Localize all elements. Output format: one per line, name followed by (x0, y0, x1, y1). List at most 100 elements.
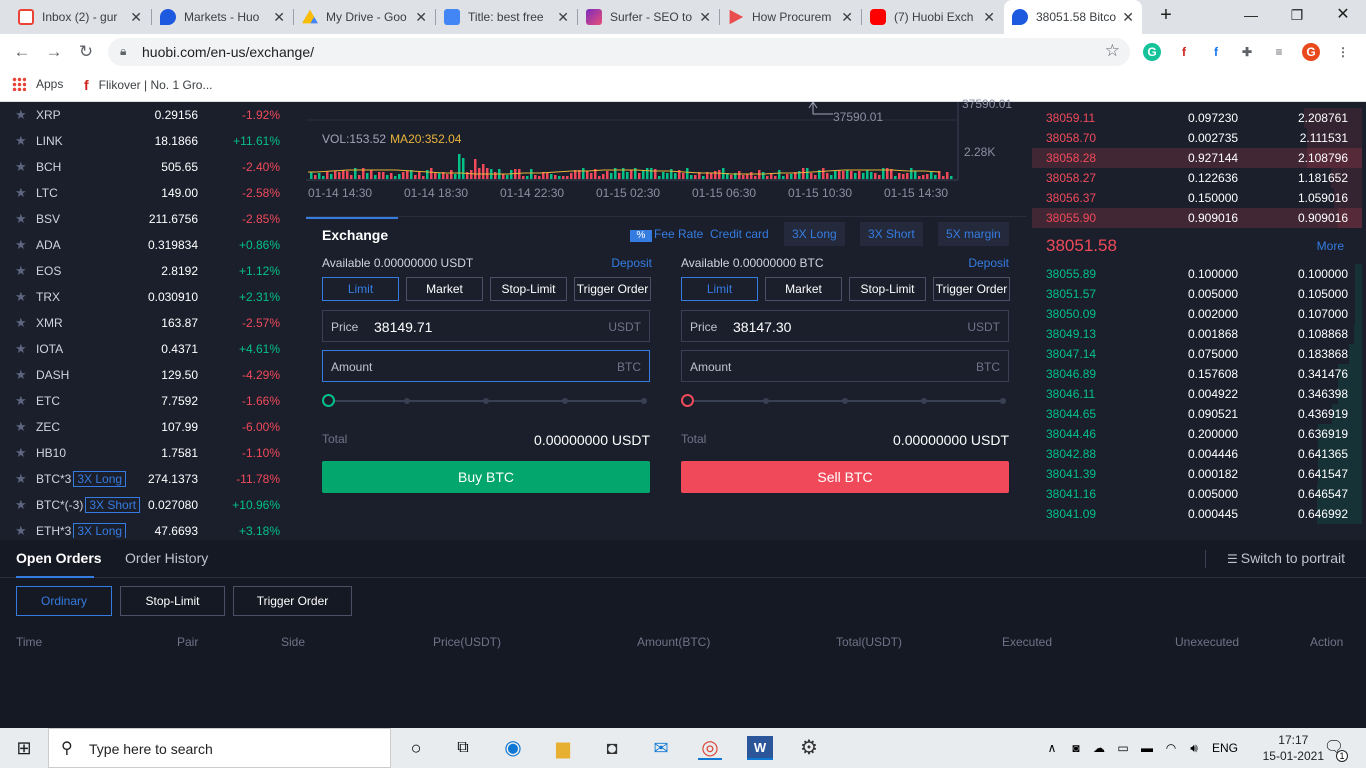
profile-avatar[interactable]: G (1302, 43, 1320, 61)
3x-long-button[interactable]: 3X Long (784, 222, 845, 246)
favorite-star-icon[interactable]: ★ (15, 289, 27, 305)
sell-price-field[interactable]: Price 38147.30 USDT (681, 310, 1009, 342)
market-row[interactable]: ★ IOTA 0.4371 +4.61% (0, 336, 300, 362)
minimize-icon[interactable]: — (1228, 0, 1274, 34)
flikover-bookmark[interactable]: f Flikover | No. 1 Gro... (84, 77, 212, 93)
slider-tick[interactable] (921, 398, 927, 404)
back-icon[interactable]: ← (10, 40, 34, 64)
restore-icon[interactable]: ❐ (1274, 0, 1320, 34)
3x-short-button[interactable]: 3X Short (860, 222, 923, 246)
sell-amount-slider[interactable] (681, 394, 1006, 407)
settings-icon[interactable]: ⚙ (797, 736, 821, 760)
favorite-star-icon[interactable]: ★ (15, 159, 27, 175)
ask-row[interactable]: 38059.11 0.097230 2.208761 (1032, 108, 1362, 128)
kline-chart[interactable]: 37590.01 37590.01 2.28K VOL:153.52 MA20:3… (306, 97, 1026, 212)
bid-row[interactable]: 38047.14 0.075000 0.183868 (1032, 344, 1362, 364)
order-type-market[interactable]: Market (406, 277, 483, 301)
flikover-icon[interactable]: f (1175, 43, 1193, 61)
market-row[interactable]: ★ BCH 505.65 -2.40% (0, 154, 300, 180)
slider-tick[interactable] (1000, 398, 1006, 404)
market-row[interactable]: ★ ETC 7.7592 -1.66% (0, 388, 300, 414)
bid-row[interactable]: 38041.09 0.000445 0.646992 (1032, 504, 1362, 524)
order-type-trigger[interactable]: Trigger Order (574, 277, 651, 301)
bid-row[interactable]: 38044.65 0.090521 0.436919 (1032, 404, 1362, 424)
slider-tick[interactable] (562, 398, 568, 404)
lock-icon[interactable]: 🔒︎ (120, 44, 126, 59)
onedrive-icon[interactable]: ☁ (1087, 736, 1111, 760)
order-type-trigger[interactable]: Trigger Order (933, 277, 1010, 301)
favorite-star-icon[interactable]: ★ (15, 107, 27, 123)
order-type-stop-limit[interactable]: Stop-Limit (849, 277, 926, 301)
filter-stop-limit[interactable]: Stop-Limit (120, 586, 225, 616)
ask-row[interactable]: 38056.37 0.150000 1.059016 (1032, 188, 1362, 208)
ask-row[interactable]: 38058.27 0.122636 1.181652 (1032, 168, 1362, 188)
market-row[interactable]: ★ ADA 0.319834 +0.86% (0, 232, 300, 258)
bid-row[interactable]: 38041.16 0.005000 0.646547 (1032, 484, 1362, 504)
bid-row[interactable]: 38055.89 0.100000 0.100000 (1032, 264, 1362, 284)
favorite-star-icon[interactable]: ★ (15, 367, 27, 383)
close-tab-icon[interactable]: ✕ (130, 9, 142, 26)
battery-meter-icon[interactable]: ▭ (1111, 736, 1135, 760)
close-tab-icon[interactable]: ✕ (1122, 9, 1134, 26)
menu-icon[interactable]: ⋮ (1334, 43, 1352, 61)
apps-bookmark[interactable]: Apps (12, 77, 63, 91)
market-row[interactable]: ★ TRX 0.030910 +2.31% (0, 284, 300, 310)
market-row[interactable]: ★ LINK 18.1866 +11.61% (0, 128, 300, 154)
favorite-star-icon[interactable]: ★ (15, 523, 27, 538)
reading-list-icon[interactable]: ≡ (1270, 43, 1288, 61)
deposit-link[interactable]: Deposit (611, 256, 652, 270)
market-row[interactable]: ★ XRP 0.29156 -1.92% (0, 102, 300, 128)
notification-center-icon[interactable]: 🗨︎ 1 (1322, 736, 1348, 762)
browser-tab[interactable]: My Drive - Goo ✕ (294, 0, 435, 34)
favorite-star-icon[interactable]: ★ (15, 133, 27, 149)
price-value[interactable]: 38149.71 (374, 319, 432, 335)
buy-btc-button[interactable]: Buy BTC (322, 461, 650, 493)
slider-tick[interactable] (842, 398, 848, 404)
store-icon[interactable]: ◘ (600, 736, 624, 760)
market-row[interactable]: ★ LTC 149.00 -2.58% (0, 180, 300, 206)
close-tab-icon[interactable]: ✕ (841, 9, 853, 26)
filter-trigger-order[interactable]: Trigger Order (233, 586, 352, 616)
favorite-star-icon[interactable]: ★ (15, 419, 27, 435)
favorite-star-icon[interactable]: ★ (15, 237, 27, 253)
exchange-tab[interactable]: Exchange (306, 217, 398, 251)
windows-start-icon[interactable]: ⊞ (12, 736, 36, 760)
order-type-limit[interactable]: Limit (681, 277, 758, 301)
url-text[interactable]: huobi.com/en-us/exchange/ (142, 44, 314, 60)
buy-amount-field[interactable]: Amount BTC (322, 350, 650, 382)
slider-knob[interactable] (322, 394, 335, 407)
market-row[interactable]: ★ EOS 2.8192 +1.12% (0, 258, 300, 284)
market-row[interactable]: ★ ZEC 107.99 -6.00% (0, 414, 300, 440)
bid-row[interactable]: 38051.57 0.005000 0.105000 (1032, 284, 1362, 304)
browser-tab[interactable]: Title: best free ✕ (436, 0, 577, 34)
browser-tab[interactable]: Markets - Huo ✕ (152, 0, 293, 34)
bid-row[interactable]: 38046.89 0.157608 0.341476 (1032, 364, 1362, 384)
close-window-icon[interactable]: ✕ (1320, 0, 1366, 34)
browser-tab[interactable]: (7) Huobi Exch ✕ (862, 0, 1003, 34)
buy-amount-slider[interactable] (322, 394, 647, 407)
favorite-star-icon[interactable]: ★ (15, 471, 27, 487)
favorite-star-icon[interactable]: ★ (15, 185, 27, 201)
grammarly-icon[interactable]: G (1143, 43, 1161, 61)
close-tab-icon[interactable]: ✕ (699, 9, 711, 26)
volume-icon[interactable]: 🔊︎ (1182, 736, 1206, 760)
market-row[interactable]: ★ XMR 163.87 -2.57% (0, 310, 300, 336)
facebook-icon[interactable]: f (1207, 43, 1225, 61)
word-icon[interactable]: W (747, 736, 773, 760)
address-bar[interactable]: 🔒︎ huobi.com/en-us/exchange/ ☆ (108, 38, 1130, 66)
market-row[interactable]: ★ BSV 211.6756 -2.85% (0, 206, 300, 232)
browser-tab[interactable]: Surfer - SEO to ✕ (578, 0, 719, 34)
tab-order-history[interactable]: Order History (125, 550, 208, 566)
sell-amount-field[interactable]: Amount BTC (681, 350, 1009, 382)
favorite-star-icon[interactable]: ★ (15, 341, 27, 357)
webcam-icon[interactable]: ◙ (1064, 736, 1088, 760)
market-row[interactable]: ★ DASH 129.50 -4.29% (0, 362, 300, 388)
slider-knob[interactable] (681, 394, 694, 407)
slider-tick[interactable] (763, 398, 769, 404)
power-icon[interactable]: ▬ (1135, 736, 1159, 760)
reload-icon[interactable]: ↻ (74, 40, 98, 64)
tab-open-orders[interactable]: Open Orders (16, 550, 102, 566)
ask-row[interactable]: 38055.90 0.909016 0.909016 (1032, 208, 1362, 228)
close-tab-icon[interactable]: ✕ (415, 9, 427, 26)
ask-row[interactable]: 38058.28 0.927144 2.108796 (1032, 148, 1362, 168)
